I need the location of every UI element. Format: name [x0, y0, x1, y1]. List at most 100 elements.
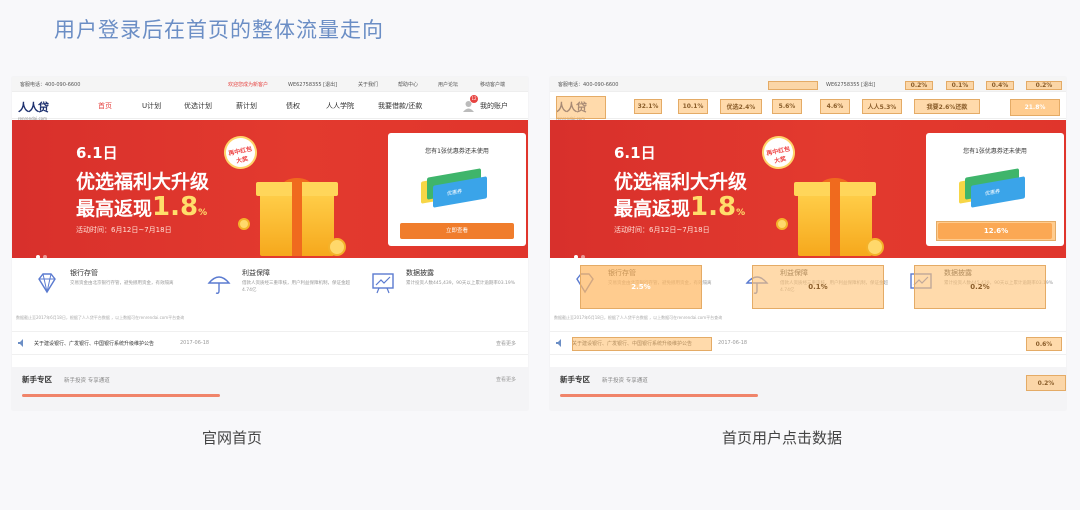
heat-nav-u-plan: 10.1% [678, 99, 708, 114]
heat-feature-data-disclosure: 0.2% [914, 265, 1046, 309]
data-note: 数据截止至2017年6月18日，根据了人人贷平台数据 ，以上数据可在renren… [554, 315, 723, 320]
speaker-icon [18, 339, 23, 347]
homepage-screenshot: 客服电话：400-090-6600 欢迎您成为新客户 WE62758355 [退… [12, 77, 528, 410]
banner-period: 活动时间：6月12日~7月18日 [614, 226, 710, 234]
feature-title: 银行存管 [70, 269, 98, 277]
feature-desc: 交易资金由北京银行存管，避免挪用资金，有效隔离 [70, 281, 174, 286]
heat-nav-loan: 我要2.6%还款 [914, 99, 980, 114]
nav-salary-plan[interactable]: 薪计划 [236, 101, 257, 111]
umbrella-icon [207, 276, 231, 294]
heat-nav-account: 21.8% [1010, 99, 1060, 116]
newbie-section: 新手专区 新手投资 专享通道 [550, 367, 1066, 410]
banner-headline: 优选福利大升级 [614, 171, 748, 193]
heat-nav-select-plan: 优选2.4% [720, 99, 762, 114]
site-logo[interactable]: 人人贷 renrendai.com [18, 96, 66, 121]
heat-help: 0.1% [946, 81, 974, 90]
main-nav: 人人贷 renrendai.com 首页 U计划 优选计划 薪计划 债权 人人学… [12, 92, 528, 121]
red-packet-sticker: 再中红包大奖 [758, 132, 799, 173]
feature-title: 利益保障 [242, 269, 270, 277]
newbie-tabs[interactable]: 新手投资 专享通道 [64, 376, 110, 384]
newbie-progress-bar [560, 394, 758, 397]
hotline-text: 客服电话：400-090-6600 [20, 82, 81, 88]
coin-icon [866, 238, 884, 256]
announcement-bar: 关于建设银行、广发银行、中国银行系统升级维护公告 2017-06-18 查看更多 [12, 331, 528, 355]
heat-nav-home: 32.1% [634, 99, 662, 114]
diamond-icon [38, 273, 56, 294]
banner-subheadline: 最高返现1.8% [76, 192, 208, 222]
top-bar: 客服电话：400-090-6600 欢迎您成为新客户 WE62758355 [退… [12, 77, 528, 92]
newbie-title: 新手专区 [22, 375, 52, 384]
logo-mark: 人人贷 [18, 101, 49, 114]
forum-link[interactable]: 用户论坛 [438, 81, 458, 88]
coin-icon [776, 218, 788, 230]
announcement-link[interactable]: 关于建设银行、广发银行、中国银行系统升级维护公告 [34, 340, 154, 347]
hotline-text: 客服电话：400-090-6600 [558, 82, 619, 88]
nav-u-plan[interactable]: U计划 [142, 101, 161, 111]
red-packet-sticker: 再中红包大奖 [220, 132, 261, 173]
newbie-progress-bar [22, 394, 220, 397]
view-coupon-button[interactable]: 立即查看 [400, 223, 514, 239]
nav-creditor[interactable]: 债权 [286, 101, 300, 111]
coupon-card: 您有1张优惠券还未使用 优惠券 立即查看 [388, 133, 526, 246]
welcome-link[interactable]: 欢迎您成为新客户 [228, 81, 268, 88]
gift-box-image [794, 182, 876, 256]
data-note: 数据截止至2017年6月18日，根据了人人贷平台数据 ，以上数据可在renren… [16, 315, 185, 320]
feature-desc: 借款人资质经三重审核，用户利益保障机制，保证金超4.74亿 [242, 281, 350, 293]
heat-logo [556, 96, 606, 119]
heat-about: 0.2% [905, 81, 933, 90]
carousel-dots[interactable] [574, 244, 588, 258]
banner-period: 活动时间：6月12日~7月18日 [76, 226, 172, 234]
banner-date: 6.1日 [76, 144, 118, 162]
heat-feature-benefit-protection: 0.1% [752, 265, 884, 309]
feature-benefit-protection[interactable]: 利益保障 借款人资质经三重审核，用户利益保障机制，保证金超4.74亿 [192, 266, 352, 306]
nav-academy[interactable]: 人人学院 [326, 101, 354, 111]
promo-banner[interactable]: 6.1日 优选福利大升级 最高返现1.8% 活动时间：6月12日~7月18日 再… [12, 120, 528, 258]
coupon-title: 您有1张优惠券还未使用 [425, 148, 489, 155]
nav-select-plan[interactable]: 优选计划 [184, 101, 212, 111]
mobile-client-link[interactable]: 移动客户端 [480, 81, 505, 88]
help-link[interactable]: 帮助中心 [398, 81, 418, 88]
main-nav: 人人贷 renrendai.com [550, 92, 1066, 121]
coin-icon [238, 218, 250, 230]
gift-box-image [256, 182, 338, 256]
carousel-dots[interactable] [36, 244, 50, 258]
feature-strip: 银行存管 交易资金由北京银行存管，避免挪用资金，有效隔离 利益保障 借款人资质经… [12, 258, 528, 313]
heat-coupon-button: 12.6% [936, 221, 1056, 241]
heat-mobile: 0.2% [1026, 81, 1062, 90]
heat-newbie-more: 0.2% [1026, 375, 1066, 391]
slide-title: 用户登录后在首页的整体流量走向 [54, 18, 384, 42]
heat-feature-bank-custody: 2.5% [580, 265, 702, 309]
banner-headline: 优选福利大升级 [76, 171, 210, 193]
caption-click-data: 首页用户点击数据 [722, 429, 843, 447]
about-link[interactable]: 关于我们 [358, 81, 378, 88]
caption-homepage: 官网首页 [202, 429, 263, 447]
banner-date: 6.1日 [614, 144, 656, 162]
feature-data-disclosure[interactable]: 数据披露 累计投资人数445,439，90天以上累计逾期率03.19% [356, 266, 516, 306]
announcement-date: 2017-06-18 [180, 340, 210, 346]
nav-loan[interactable]: 我要借款/还款 [378, 101, 422, 111]
heat-announcement-more: 0.6% [1026, 337, 1062, 351]
newbie-title: 新手专区 [560, 375, 590, 384]
newbie-more-link[interactable]: 查看更多 [496, 376, 516, 383]
click-heatmap-screenshot: 客服电话：400-090-6600 WE62758355 [退出] 0.2% 0… [550, 77, 1066, 410]
user-account-link[interactable]: WE62758355 [退出] [288, 81, 337, 88]
feature-bank-custody[interactable]: 银行存管 交易资金由北京银行存管，避免挪用资金，有效隔离 [20, 266, 180, 306]
feature-desc: 累计投资人数445,439，90天以上累计逾期率03.19% [406, 281, 515, 286]
heat-nav-creditor: 4.6% [820, 99, 850, 114]
message-badge: 12 [470, 95, 478, 103]
user-account-link[interactable]: WE62758355 [退出] [826, 81, 875, 88]
announcement-more-link[interactable]: 查看更多 [496, 340, 516, 347]
heat-announcement [572, 337, 712, 351]
coin-icon [328, 238, 346, 256]
nav-home[interactable]: 首页 [98, 101, 112, 111]
coupon-title: 您有1张优惠券还未使用 [963, 148, 1027, 155]
newbie-section: 新手专区 新手投资 专享通道 查看更多 [12, 367, 528, 410]
speaker-icon [556, 339, 561, 347]
announcement-date: 2017-06-18 [718, 340, 748, 346]
message-icon[interactable]: 12 [462, 95, 478, 112]
nav-my-account[interactable]: 我的账户 [480, 101, 508, 111]
heat-nav-salary-plan: 5.6% [772, 99, 802, 114]
newbie-tabs[interactable]: 新手投资 专享通道 [602, 376, 648, 384]
banner-subheadline: 最高返现1.8% [614, 192, 746, 222]
feature-title: 数据披露 [406, 269, 434, 277]
